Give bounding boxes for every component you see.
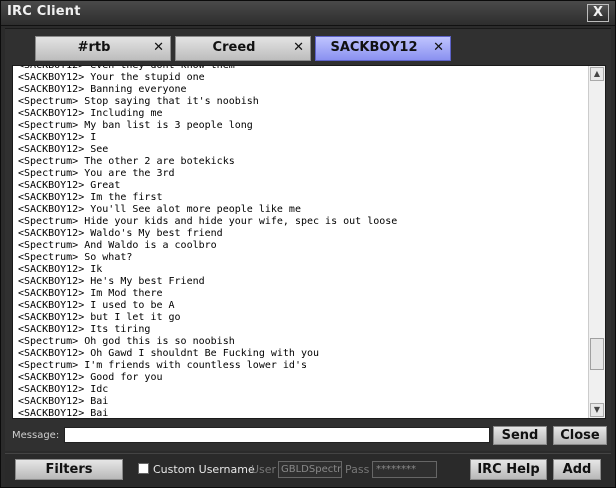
scroll-down-icon[interactable]: ▼ [590, 403, 604, 417]
chat-line: <SACKBOY12> even they dont know them [18, 65, 235, 71]
close-button[interactable]: Close [553, 426, 607, 445]
chat-line: <SACKBOY12> Banning everyone [18, 84, 187, 95]
chat-line: <SACKBOY12> See [18, 144, 109, 155]
chat-lines: <SACKBOY12> even they dont know them <SAC… [18, 65, 583, 419]
tab-rtb[interactable]: #rtb ✕ [35, 36, 171, 61]
chat-line: <Spectrum> So what? [18, 252, 133, 263]
chat-line: <Spectrum> Stop saying that it's noobish [18, 96, 259, 107]
window-title: IRC Client [7, 4, 81, 19]
tab-creed[interactable]: Creed ✕ [175, 36, 311, 61]
irc-client-window: IRC Client X #rtb ✕ Creed ✕ SACKBOY12 ✕ … [0, 0, 616, 488]
chat-line: <SACKBOY12> Your the stupid one [18, 72, 205, 83]
chat-log[interactable]: <SACKBOY12> even they dont know them <SAC… [12, 65, 606, 419]
send-button[interactable]: Send [493, 426, 547, 445]
chat-line: <SACKBOY12> I used to be A [18, 300, 175, 311]
tab-label: Creed [212, 40, 256, 55]
chat-line: <SACKBOY12> Including me [18, 108, 163, 119]
chat-line: <SACKBOY12> Im the first [18, 192, 163, 203]
chat-line: <SACKBOY12> Ik [18, 264, 103, 275]
chat-line: <SACKBOY12> Oh Gawd I shouldnt Be Fuckin… [18, 348, 320, 359]
chat-line: <SACKBOY12> Idc [18, 384, 109, 395]
title-bar[interactable]: IRC Client X [1, 1, 615, 26]
tab-label: SACKBOY12 [330, 40, 418, 55]
tab-close-icon[interactable]: ✕ [433, 40, 444, 55]
chat-line: <SACKBOY12> Its tiring [18, 324, 151, 335]
chat-line: <SACKBOY12> Bai [18, 396, 109, 407]
tab-close-icon[interactable]: ✕ [153, 40, 164, 55]
pass-field[interactable]: ******** [372, 461, 437, 478]
message-label: Message: [12, 430, 60, 441]
chat-line: <Spectrum> And Waldo is a coolbro [18, 240, 217, 251]
add-button[interactable]: Add [553, 459, 601, 480]
main-panel: #rtb ✕ Creed ✕ SACKBOY12 ✕ <SACKBOY12> e… [5, 28, 611, 451]
chat-line: <Spectrum> Hide your kids and hide your … [18, 216, 398, 227]
chat-line: <Spectrum> You are the 3rd [18, 168, 175, 179]
chat-line: <SACKBOY12> but I let it go [18, 312, 181, 323]
user-field[interactable]: GBLDSpectr [278, 461, 342, 478]
chat-line: <Spectrum> I'm friends with countless lo… [18, 360, 307, 371]
message-input[interactable] [64, 427, 490, 443]
tab-label: #rtb [77, 40, 111, 55]
window-close-icon[interactable]: X [587, 4, 609, 22]
chat-line: <SACKBOY12> I [18, 132, 97, 143]
chat-line: <SACKBOY12> Good for you [18, 372, 163, 383]
irc-help-button[interactable]: IRC Help [470, 459, 547, 480]
tab-bar: #rtb ✕ Creed ✕ SACKBOY12 ✕ [35, 36, 451, 61]
user-label: User [251, 463, 277, 476]
chat-scrollbar[interactable]: ▲ ▼ [588, 66, 605, 418]
chat-line: <SACKBOY12> He's My best Friend [18, 276, 205, 287]
chat-line: <SACKBOY12> Waldo's My best friend [18, 228, 223, 239]
chat-line: <SACKBOY12> Im Mod there [18, 288, 163, 299]
scroll-up-icon[interactable]: ▲ [590, 67, 604, 81]
tab-close-icon[interactable]: ✕ [293, 40, 304, 55]
chat-line: <Spectrum> My ban list is 3 people long [18, 120, 253, 131]
chat-line: <Spectrum> Oh god this is so noobish [18, 336, 235, 347]
chat-line: <SACKBOY12> Bai [18, 408, 109, 419]
pass-label: Pass [345, 463, 370, 476]
custom-username-label[interactable]: Custom Username [153, 463, 255, 476]
chat-line: <Spectrum> The other 2 are botekicks [18, 156, 235, 167]
chat-line: <SACKBOY12> You'll See alot more people … [18, 204, 301, 215]
scroll-thumb[interactable] [590, 338, 604, 370]
chat-line: <SACKBOY12> Great [18, 180, 121, 191]
filters-button[interactable]: Filters [15, 459, 123, 480]
custom-username-checkbox[interactable] [138, 463, 149, 474]
tab-sackboy12[interactable]: SACKBOY12 ✕ [315, 36, 451, 61]
bottom-bar: Filters Custom Username User GBLDSpectr … [5, 453, 611, 486]
